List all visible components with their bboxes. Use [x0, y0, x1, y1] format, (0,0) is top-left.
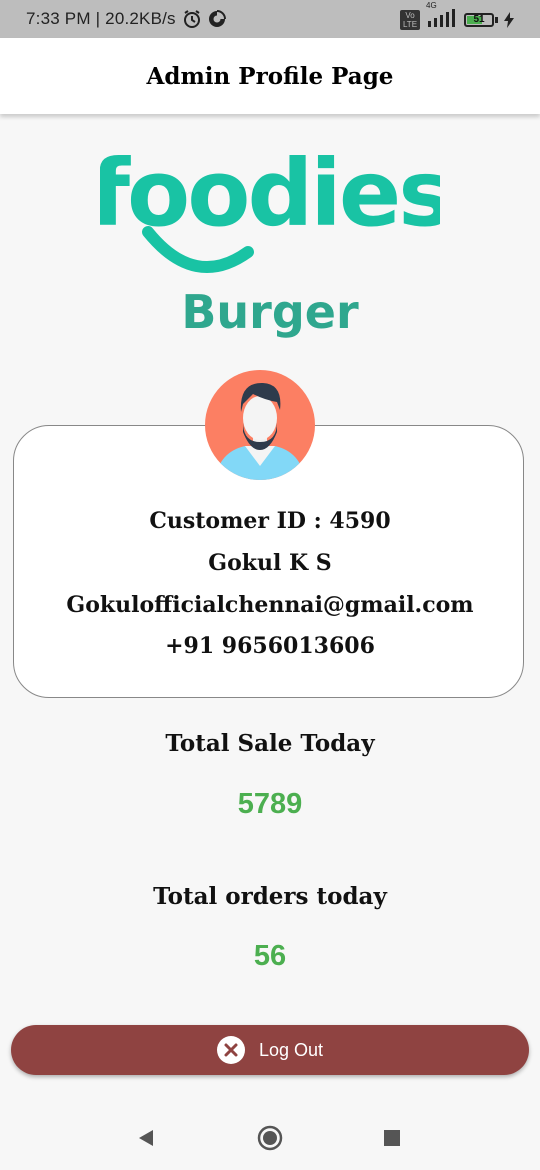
system-nav-bar: [0, 1105, 540, 1170]
profile-name: Gokul K S: [208, 550, 332, 576]
logo-subtitle: Burger: [181, 285, 359, 339]
battery-level: 51: [473, 13, 485, 25]
total-orders-label: Total orders today: [153, 883, 387, 910]
alarm-icon: [183, 10, 200, 28]
logout-label: Log Out: [258, 1039, 324, 1060]
nav-home-button[interactable]: [240, 1105, 300, 1170]
nav-recents-button[interactable]: [362, 1105, 422, 1170]
profile-phone: +91 9656013606: [165, 633, 375, 659]
network-type: 4G: [426, 1, 458, 30]
total-sale-label: Total Sale Today: [165, 730, 375, 757]
page-title: Admin Profile Page: [146, 62, 394, 90]
status-time-network: 7:33 PM | 20.2KB/s: [26, 9, 176, 28]
foodies-burger-logo: foodies Burger: [100, 140, 440, 339]
avatar: [205, 370, 315, 480]
home-icon: [257, 1125, 283, 1150]
total-sale-value: 5789: [237, 788, 303, 820]
signal-icon: [428, 9, 455, 27]
status-bar: 7:33 PM | 20.2KB/s Vo LTE 4G 51: [0, 0, 540, 38]
nav-back-button[interactable]: [116, 1105, 176, 1170]
back-icon: [139, 1129, 153, 1146]
battery-icon: 51: [464, 12, 498, 27]
customer-id: Customer ID : 4590: [149, 508, 391, 534]
profile-email: Gokulofficialchennai@gmail.com: [66, 592, 474, 618]
recents-icon: [384, 1129, 400, 1146]
logout-button[interactable]: Log Out: [11, 1025, 529, 1075]
status-left: 7:33 PM | 20.2KB/s: [26, 9, 226, 29]
status-right: Vo LTE 4G 51: [400, 1, 514, 30]
total-orders-value: 56: [253, 940, 287, 972]
volte-badge: Vo LTE: [400, 9, 420, 30]
charging-icon: [504, 11, 514, 28]
data-saver-icon: [208, 10, 226, 27]
app-bar: Admin Profile Page: [0, 38, 540, 114]
close-circle-icon: [216, 1036, 245, 1064]
